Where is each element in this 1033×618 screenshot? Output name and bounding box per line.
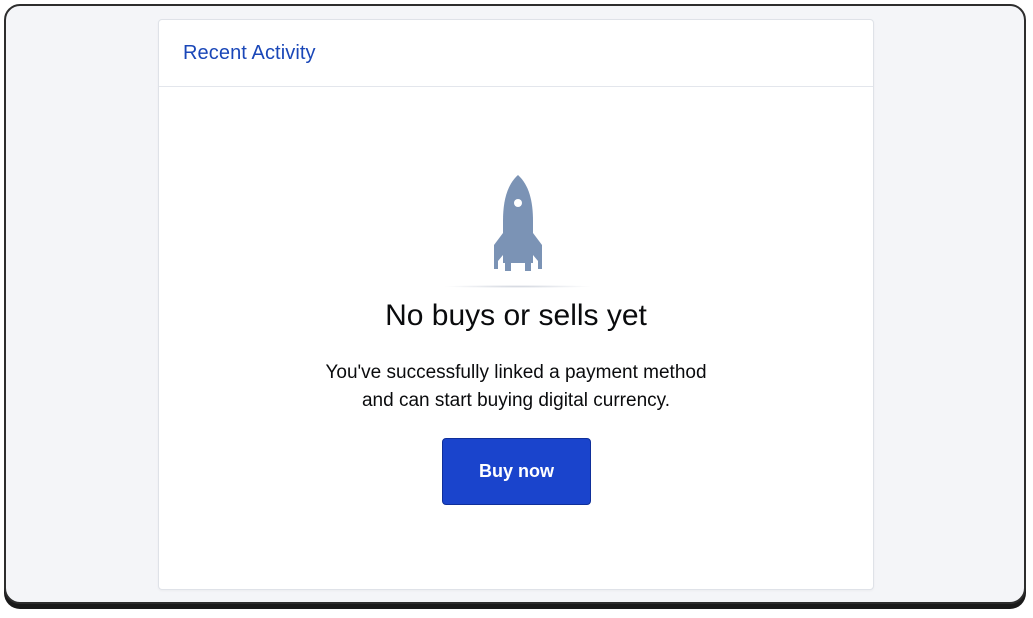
card-header: Recent Activity bbox=[159, 20, 873, 87]
description-line-1: You've successfully linked a payment met… bbox=[325, 362, 707, 383]
rocket-illustration bbox=[443, 171, 593, 291]
buy-now-button[interactable]: Buy now bbox=[442, 438, 591, 505]
description-line-2: and can start buying digital currency. bbox=[361, 390, 671, 411]
window-frame: Recent Activity No buys or sells yet You… bbox=[4, 4, 1026, 604]
rocket-icon bbox=[494, 175, 542, 271]
recent-activity-card: Recent Activity No buys or sells yet You… bbox=[158, 19, 874, 590]
rocket-shadow bbox=[443, 285, 593, 288]
empty-state-heading: No buys or sells yet bbox=[385, 299, 647, 332]
empty-state: No buys or sells yet You've successfully… bbox=[159, 87, 873, 590]
empty-state-description: You've successfully linked a payment met… bbox=[159, 359, 873, 415]
card-title: Recent Activity bbox=[183, 41, 316, 64]
